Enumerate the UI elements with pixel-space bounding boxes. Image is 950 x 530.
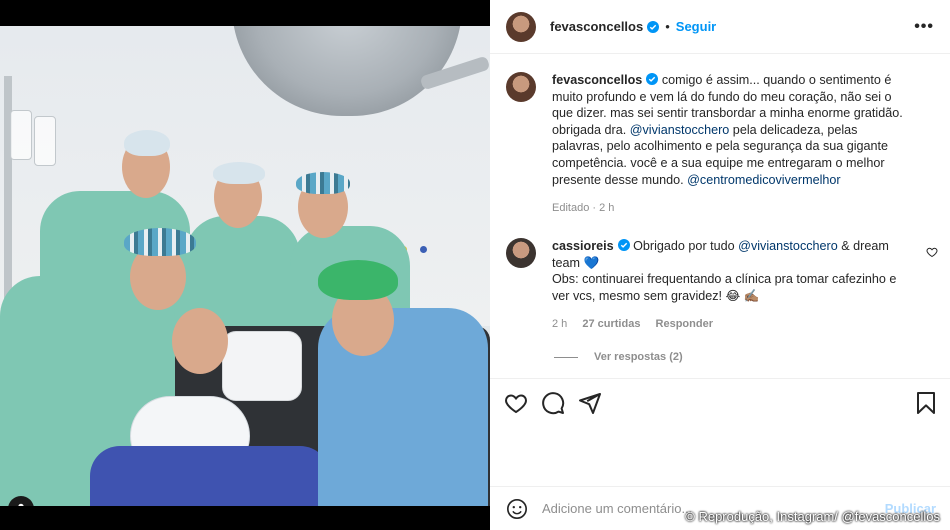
- comment-username[interactable]: cassioreis: [552, 239, 614, 253]
- post-sidebar: fevasconcellos • Seguir ••• fevasconcell…: [490, 0, 950, 530]
- heart-icon[interactable]: [504, 391, 528, 415]
- post-media-pane: [0, 0, 490, 530]
- reply-button[interactable]: Responder: [656, 318, 713, 330]
- person-1-cap: [124, 130, 170, 156]
- avatar[interactable]: [506, 238, 536, 268]
- post-header: fevasconcellos • Seguir •••: [490, 0, 950, 54]
- blue-blanket: [90, 446, 330, 506]
- mention-link[interactable]: @centromedicovivermelhor: [687, 173, 840, 187]
- comment-likes[interactable]: 27 curtidas: [582, 318, 640, 330]
- mention-link[interactable]: @vivianstocchero: [738, 239, 838, 253]
- post-actions: [490, 378, 950, 426]
- post-photo[interactable]: [0, 26, 490, 506]
- share-icon[interactable]: [578, 391, 602, 415]
- comment-item: cassioreis Obrigado por tudo @vivianstoc…: [506, 238, 902, 333]
- person-2-cap: [213, 162, 265, 184]
- photo-credit: © Reprodução, Instagram/ @fevasconcellos: [685, 509, 940, 524]
- iv-bag: [34, 116, 56, 166]
- caption-username[interactable]: fevasconcellos: [552, 73, 642, 87]
- caption-meta: Editado · 2 h: [552, 200, 912, 217]
- verified-icon: [646, 73, 659, 85]
- verified-icon: [647, 20, 660, 33]
- mention-link[interactable]: @vivianstocchero: [630, 123, 730, 137]
- caption-timestamp: Editado · 2 h: [552, 202, 615, 215]
- comment-like-icon[interactable]: [926, 246, 938, 258]
- follow-button[interactable]: Seguir: [676, 19, 716, 34]
- comment-input[interactable]: Adicione um comentário...: [542, 501, 692, 516]
- comment-meta: 2 h 27 curtidas Responder: [552, 316, 902, 333]
- caption-text: fevasconcellos comigo é assim... quando …: [552, 72, 912, 188]
- patient-head: [172, 308, 228, 374]
- avatar[interactable]: [506, 11, 536, 42]
- comment-icon[interactable]: [541, 391, 565, 415]
- comment-time: 2 h: [552, 318, 568, 331]
- comment-part: Obrigado por tudo: [633, 239, 739, 253]
- view-replies-label: Ver respostas (2): [594, 351, 683, 363]
- person-3-cap: [296, 172, 350, 194]
- bed-pillow: [222, 331, 302, 401]
- post-author-username[interactable]: fevasconcellos: [550, 19, 643, 34]
- bookmark-icon[interactable]: [914, 391, 938, 415]
- post-caption: fevasconcellos comigo é assim... quando …: [506, 72, 912, 217]
- comment-text: cassioreis Obrigado por tudo @vivianstoc…: [552, 238, 902, 304]
- iv-bag: [10, 110, 32, 160]
- person-5-cap: [318, 260, 398, 300]
- person-4-cap: [124, 228, 196, 256]
- comment-part: Obs: continuarei frequentando a clínica …: [552, 272, 897, 303]
- verified-icon: [617, 239, 630, 251]
- avatar[interactable]: [506, 72, 536, 102]
- view-replies-button[interactable]: Ver respostas (2): [554, 351, 683, 363]
- more-options-icon[interactable]: •••: [914, 18, 934, 36]
- separator-dot: •: [665, 19, 670, 34]
- replies-divider: [554, 356, 578, 358]
- emoji-icon[interactable]: [506, 498, 528, 520]
